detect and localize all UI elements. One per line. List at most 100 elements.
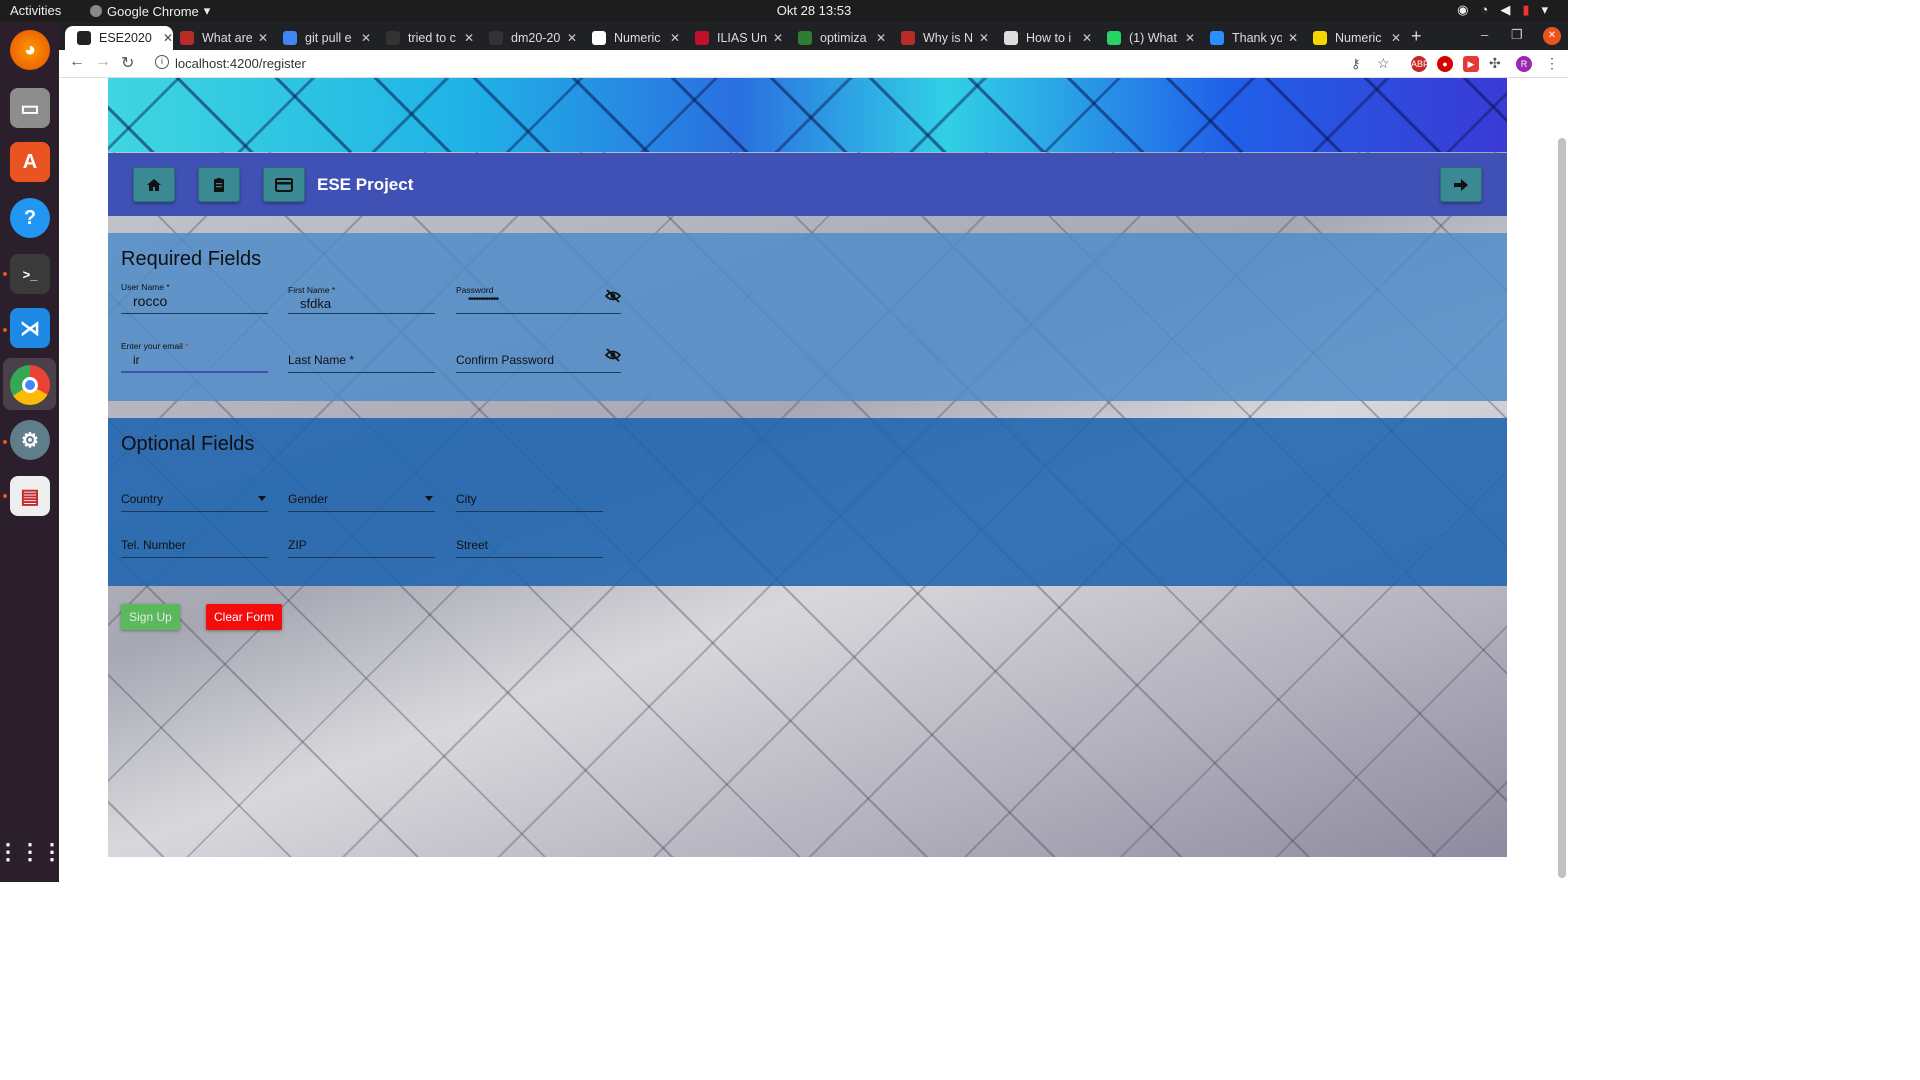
tab-favicon-icon: [901, 31, 915, 45]
tel-number-field[interactable]: Tel. Number: [121, 528, 268, 558]
country-select[interactable]: Country: [121, 482, 268, 512]
firstname-value: sfdka: [300, 296, 332, 311]
tab-close-icon[interactable]: ✕: [1185, 31, 1195, 45]
close-window-button[interactable]: ✕: [1543, 27, 1561, 45]
required-fields-heading: Required Fields: [121, 248, 262, 270]
volume-icon[interactable]: ◀: [1500, 2, 1510, 18]
key-icon[interactable]: ⚷: [1351, 56, 1361, 72]
running-indicator: [3, 272, 7, 276]
browser-tab[interactable]: ILIAS Uni ✕: [683, 26, 783, 50]
profile-avatar[interactable]: R: [1516, 56, 1532, 72]
vscode-icon[interactable]: ⋊: [10, 308, 50, 348]
tab-close-icon[interactable]: ✕: [464, 31, 474, 45]
browser-tab[interactable]: Thank yo ✕: [1198, 26, 1298, 50]
card-button[interactable]: [263, 167, 305, 202]
confirm-password-field[interactable]: Confirm Password: [456, 343, 621, 373]
zip-label: ZIP: [288, 538, 307, 552]
forward-icon[interactable]: →: [95, 53, 111, 71]
wifi-icon[interactable]: ◔: [1480, 2, 1488, 18]
reload-icon[interactable]: ↻: [121, 53, 134, 73]
username-field[interactable]: User Name * rocco: [121, 282, 268, 314]
address-bar[interactable]: localhost:4200/register: [175, 56, 306, 71]
site-info-icon[interactable]: i: [155, 55, 169, 69]
tab-close-icon[interactable]: ✕: [1082, 31, 1092, 45]
tab-close-icon[interactable]: ✕: [1391, 31, 1401, 45]
browser-tab[interactable]: optimiza ✕: [786, 26, 886, 50]
tab-close-icon[interactable]: ✕: [258, 31, 268, 45]
tab-close-icon[interactable]: ✕: [361, 31, 371, 45]
browser-toolbar: ← → ↻ i localhost:4200/register ⚷ ☆ ABP …: [59, 50, 1568, 78]
show-apps-icon[interactable]: ⋮⋮⋮: [0, 832, 63, 872]
tab-close-icon[interactable]: ✕: [670, 31, 680, 45]
lastname-label: Last Name *: [288, 353, 355, 367]
chrome-dock-icon[interactable]: [10, 365, 50, 405]
tab-label: Thank yo: [1232, 31, 1282, 45]
firstname-label: First Name *: [288, 285, 336, 295]
tab-close-icon[interactable]: ✕: [979, 31, 989, 45]
browser-tab[interactable]: tried to c ✕: [374, 26, 474, 50]
lastname-field[interactable]: Last Name *: [288, 343, 435, 373]
country-label: Country: [121, 492, 164, 506]
battery-icon[interactable]: ▮: [1522, 2, 1529, 18]
browser-tab[interactable]: Why is N ✕: [889, 26, 989, 50]
extension-video-icon[interactable]: ▶: [1463, 56, 1479, 72]
firefox-icon[interactable]: ◕: [10, 30, 50, 70]
gender-select[interactable]: Gender: [288, 482, 435, 512]
restore-button[interactable]: ❐: [1511, 27, 1523, 43]
optional-fields-heading: Optional Fields: [121, 433, 255, 455]
software-center-icon[interactable]: A: [10, 142, 50, 182]
password-field[interactable]: Password ••••••••••••: [456, 284, 621, 314]
browser-tab[interactable]: (1) What ✕: [1095, 26, 1195, 50]
tab-favicon-icon: [1210, 31, 1224, 45]
home-button[interactable]: [133, 167, 175, 202]
minimize-button[interactable]: –: [1481, 27, 1488, 42]
email-value: ir: [133, 353, 140, 367]
extension-shield-icon[interactable]: ●: [1437, 56, 1453, 72]
help-icon[interactable]: ?: [10, 198, 50, 238]
browser-tab[interactable]: Numeric ✕: [580, 26, 680, 50]
document-viewer-icon[interactable]: ▤: [10, 476, 50, 516]
clear-form-button[interactable]: Clear Form: [206, 604, 282, 630]
browser-tab[interactable]: dm20-20 ✕: [477, 26, 577, 50]
system-tray[interactable]: ◉ ◔ ◀ ▮ ▾: [1457, 2, 1548, 18]
clipboard-button[interactable]: [198, 167, 240, 202]
city-field[interactable]: City: [456, 482, 603, 512]
email-field[interactable]: Enter your email * ir: [121, 341, 268, 373]
visibility-off-icon[interactable]: [605, 348, 621, 362]
tab-close-icon[interactable]: ✕: [567, 31, 577, 45]
power-icon[interactable]: ▾: [1541, 2, 1548, 18]
browser-tab[interactable]: What are ✕: [168, 26, 268, 50]
menu-kebab-icon[interactable]: ⋮: [1545, 55, 1559, 72]
zip-field[interactable]: ZIP: [288, 528, 435, 558]
clock[interactable]: Okt 28 13:53: [0, 3, 1628, 18]
back-icon[interactable]: ←: [69, 53, 85, 71]
street-field[interactable]: Street: [456, 528, 603, 558]
bookmark-star-icon[interactable]: ☆: [1377, 55, 1390, 72]
gimp-icon[interactable]: ⚙: [10, 420, 50, 460]
adblock-icon[interactable]: ABP: [1411, 56, 1429, 72]
tab-favicon-icon: [1107, 31, 1121, 45]
browser-tab[interactable]: Numeric ✕: [1301, 26, 1401, 50]
browser-tab[interactable]: ESE2020 ✕: [65, 26, 173, 50]
browser-tab[interactable]: git pull e ✕: [271, 26, 371, 50]
page-scrollbar[interactable]: [1558, 138, 1566, 878]
terminal-icon[interactable]: >_: [10, 254, 50, 294]
tab-close-icon[interactable]: ✕: [876, 31, 886, 45]
new-tab-button[interactable]: +: [1411, 26, 1422, 47]
sign-up-button[interactable]: Sign Up: [121, 604, 180, 630]
tel-number-label: Tel. Number: [121, 538, 186, 552]
tab-label: Numeric: [1335, 31, 1382, 45]
tab-favicon-icon: [592, 31, 606, 45]
login-button[interactable]: [1440, 167, 1482, 202]
street-label: Street: [456, 538, 489, 552]
files-icon[interactable]: ▭: [10, 88, 50, 128]
browser-tab[interactable]: How to i ✕: [992, 26, 1092, 50]
tab-label: optimiza: [820, 31, 867, 45]
visibility-off-icon[interactable]: [605, 289, 621, 303]
tab-close-icon[interactable]: ✕: [1288, 31, 1298, 45]
extensions-puzzle-icon[interactable]: ✣: [1489, 55, 1501, 72]
password-value: ••••••••••••: [468, 294, 499, 305]
discord-icon[interactable]: ◉: [1457, 2, 1468, 18]
tab-close-icon[interactable]: ✕: [773, 31, 783, 45]
firstname-field[interactable]: First Name * sfdka: [288, 284, 435, 314]
